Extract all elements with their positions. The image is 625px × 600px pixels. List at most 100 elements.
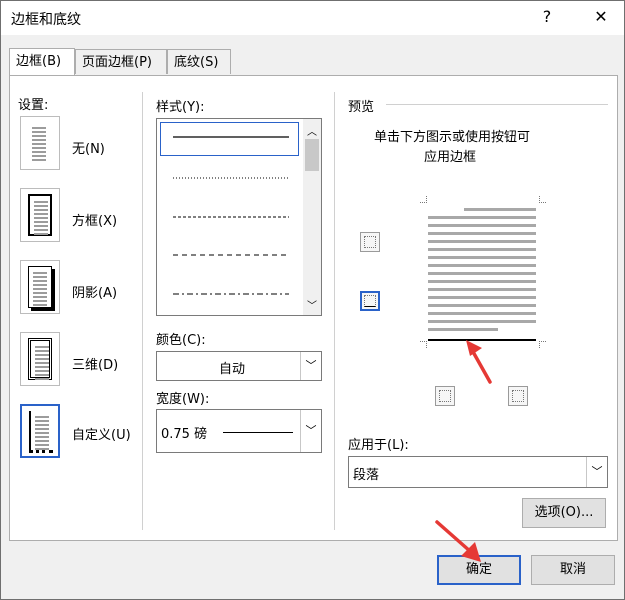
separator-right bbox=[334, 92, 335, 530]
page-box-icon bbox=[28, 194, 52, 236]
text-line bbox=[33, 300, 47, 302]
text-line bbox=[32, 135, 46, 137]
text-line bbox=[32, 131, 46, 133]
text-line bbox=[34, 209, 48, 211]
width-label: 宽度(W): bbox=[156, 392, 210, 407]
help-button[interactable]: ? bbox=[535, 7, 559, 26]
text-line bbox=[32, 143, 46, 145]
text-line bbox=[35, 362, 49, 364]
text-line bbox=[34, 205, 48, 207]
preview-label: 预览 bbox=[348, 100, 375, 115]
dialog-title: 边框和底纹 bbox=[11, 12, 81, 28]
title-bar: 边框和底纹 ? ✕ bbox=[1, 1, 624, 35]
preview-rule bbox=[386, 104, 608, 105]
scroll-thumb[interactable] bbox=[305, 139, 319, 171]
text-line bbox=[32, 155, 46, 157]
setting-3d-label[interactable]: 三维(D) bbox=[72, 354, 118, 373]
color-value: 自动 bbox=[219, 362, 246, 377]
setting-none-thumb[interactable] bbox=[20, 116, 60, 170]
setting-custom-thumb[interactable] bbox=[20, 404, 60, 458]
text-line bbox=[35, 366, 49, 368]
text-line bbox=[35, 354, 49, 356]
tab-shading[interactable]: 底纹(S) bbox=[167, 49, 231, 74]
text-line bbox=[35, 448, 49, 450]
apply-to-value: 段落 bbox=[353, 468, 380, 483]
scroll-up-icon[interactable]: ︿ bbox=[307, 123, 317, 138]
style-lines-svg[interactable] bbox=[157, 119, 305, 315]
page-none-icon bbox=[28, 122, 52, 164]
text-line bbox=[33, 288, 47, 290]
chevron-down-icon[interactable]: ﹀ bbox=[586, 457, 607, 487]
text-line bbox=[35, 444, 49, 446]
preview-hint-line1: 单击下方图示或使用按钮可 bbox=[374, 130, 531, 145]
text-line bbox=[34, 233, 48, 235]
text-line bbox=[32, 159, 46, 161]
separator-left bbox=[142, 92, 143, 530]
tab-page-border[interactable]: 页面边框(P) bbox=[75, 49, 167, 74]
text-line bbox=[35, 420, 49, 422]
text-line bbox=[35, 424, 49, 426]
top-border-icon[interactable] bbox=[360, 232, 380, 252]
text-line bbox=[35, 432, 49, 434]
text-line bbox=[34, 213, 48, 215]
apply-to-label: 应用于(L): bbox=[348, 438, 409, 453]
text-line bbox=[35, 370, 49, 372]
setting-none-label[interactable]: 无(N) bbox=[72, 138, 105, 157]
text-line bbox=[34, 217, 48, 219]
width-line-sample bbox=[223, 432, 293, 433]
setting-custom-label[interactable]: 自定义(U) bbox=[72, 424, 131, 443]
text-line bbox=[34, 225, 48, 227]
setting-3d-thumb[interactable] bbox=[20, 332, 60, 386]
text-line bbox=[32, 127, 46, 129]
text-line bbox=[33, 296, 47, 298]
setting-label: 设置: bbox=[18, 98, 49, 113]
text-line bbox=[32, 139, 46, 141]
cancel-button[interactable]: 取消 bbox=[531, 555, 615, 585]
text-line bbox=[34, 201, 48, 203]
bottom-border-icon[interactable] bbox=[360, 291, 380, 311]
page-custom-icon bbox=[29, 411, 53, 453]
tab-borders[interactable]: 边框(B) bbox=[9, 48, 75, 75]
setting-shadow-label[interactable]: 阴影(A) bbox=[72, 282, 117, 301]
right-border-icon[interactable] bbox=[508, 386, 528, 406]
text-line bbox=[34, 229, 48, 231]
width-dropdown[interactable]: 0.75 磅 ﹀ bbox=[156, 409, 322, 453]
chevron-down-icon[interactable]: ﹀ bbox=[300, 352, 321, 380]
page-3d-icon bbox=[28, 338, 52, 380]
color-label: 颜色(C): bbox=[156, 333, 206, 348]
text-line bbox=[34, 221, 48, 223]
style-scrollbar[interactable]: ︿ ﹀ bbox=[303, 119, 321, 315]
apply-to-dropdown[interactable]: 段落 ﹀ bbox=[348, 456, 608, 488]
borders-tab-panel: 设置: 无(N) 方框(X) 阴影(A) 三维(D) 自定义(U) 样式(Y):… bbox=[9, 75, 618, 541]
text-line bbox=[33, 284, 47, 286]
text-line bbox=[35, 436, 49, 438]
left-border-icon[interactable] bbox=[435, 386, 455, 406]
text-line bbox=[33, 272, 47, 274]
text-line bbox=[35, 358, 49, 360]
scroll-down-icon[interactable]: ﹀ bbox=[307, 297, 317, 312]
color-dropdown[interactable]: 自动 ﹀ bbox=[156, 351, 322, 381]
setting-box-label[interactable]: 方框(X) bbox=[72, 210, 117, 229]
text-line bbox=[35, 378, 49, 380]
text-line bbox=[33, 280, 47, 282]
page-shadow-icon bbox=[28, 266, 52, 308]
style-label: 样式(Y): bbox=[156, 100, 205, 115]
setting-box-thumb[interactable] bbox=[20, 188, 60, 242]
annotation-arrow-ok-icon bbox=[435, 520, 481, 562]
chevron-down-icon[interactable]: ﹀ bbox=[300, 410, 321, 452]
style-listbox[interactable]: ︿ ﹀ bbox=[156, 118, 322, 316]
annotation-arrow-icon bbox=[466, 340, 492, 384]
text-line bbox=[33, 304, 47, 306]
text-line bbox=[35, 374, 49, 376]
text-line bbox=[33, 292, 47, 294]
text-line bbox=[33, 276, 47, 278]
text-line bbox=[32, 151, 46, 153]
close-button[interactable]: ✕ bbox=[589, 7, 613, 26]
setting-shadow-thumb[interactable] bbox=[20, 260, 60, 314]
preview-area[interactable] bbox=[420, 196, 546, 348]
width-value: 0.75 磅 bbox=[161, 427, 208, 442]
text-line bbox=[35, 350, 49, 352]
options-button[interactable]: 选项(O)... bbox=[522, 498, 606, 528]
text-line bbox=[35, 346, 49, 348]
preview-hint-line2: 应用边框 bbox=[424, 150, 477, 165]
